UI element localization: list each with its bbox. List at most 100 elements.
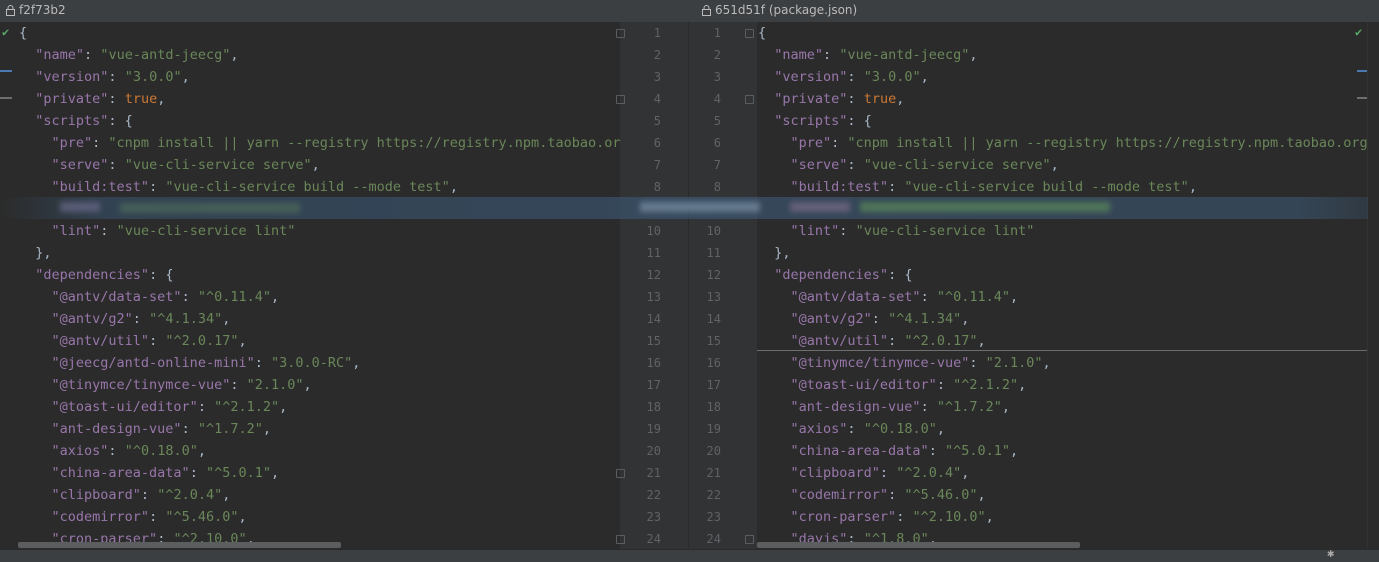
code-line[interactable]: "axios": "^0.18.0", bbox=[0, 440, 206, 462]
code-line[interactable]: "name": "vue-antd-jeecg", bbox=[0, 44, 238, 66]
code-line[interactable]: "dependencies": { bbox=[0, 264, 173, 286]
code-line[interactable]: "clipboard": "^2.0.4", bbox=[0, 484, 231, 506]
code-line[interactable]: "codemirror": "^5.46.0", bbox=[0, 506, 247, 528]
line-number: 23 bbox=[706, 510, 721, 524]
fold-marker-icon[interactable] bbox=[616, 535, 625, 544]
code-line[interactable]: "scripts": { bbox=[757, 110, 872, 132]
code-token: "vue-antd-jeecg" bbox=[839, 47, 970, 63]
code-token: "clipboard" bbox=[51, 487, 141, 503]
code-line[interactable]: "scripts": { bbox=[0, 110, 133, 132]
code-line[interactable]: "version": "3.0.0", bbox=[0, 66, 189, 88]
code-token: , bbox=[270, 289, 280, 305]
code-line[interactable]: }, bbox=[0, 242, 52, 264]
fold-marker-icon[interactable] bbox=[616, 469, 625, 478]
code-line[interactable]: "serve": "vue-cli-service serve", bbox=[757, 154, 1059, 176]
code-token: , bbox=[222, 487, 231, 503]
code-line[interactable]: "dependencies": { bbox=[757, 264, 912, 286]
code-line[interactable]: "private": true, bbox=[757, 88, 904, 110]
code-line[interactable]: "@jeecg/antd-online-mini": "3.0.0-RC", bbox=[0, 352, 361, 374]
code-token: , bbox=[896, 91, 905, 107]
code-line[interactable]: "pre": "cnpm install || yarn --registry … bbox=[757, 132, 1367, 154]
fold-marker-icon[interactable] bbox=[745, 95, 754, 104]
code-token: , bbox=[1042, 355, 1051, 371]
line-number: 10 bbox=[706, 224, 721, 238]
right-horizontal-scrollbar[interactable] bbox=[757, 542, 1080, 548]
fold-marker-icon[interactable] bbox=[616, 29, 625, 38]
code-token: , bbox=[303, 377, 312, 393]
code-line[interactable]: "@tinymce/tinymce-vue": "2.1.0", bbox=[0, 374, 312, 396]
fold-marker-icon[interactable] bbox=[745, 29, 754, 38]
check-icon: ✔ bbox=[1355, 25, 1363, 39]
code-line[interactable]: "@antv/g2": "^4.1.34", bbox=[0, 308, 231, 330]
line-number: 1 bbox=[713, 26, 721, 40]
code-token: "@antv/util" bbox=[790, 333, 889, 349]
code-line[interactable]: "serve": "vue-cli-service serve", bbox=[0, 154, 320, 176]
settings-icon[interactable]: ✱ bbox=[1327, 546, 1334, 560]
code-line[interactable]: "china-area-data": "^5.0.1", bbox=[757, 440, 1019, 462]
code-line[interactable]: "ant-design-vue": "^1.7.2", bbox=[0, 418, 271, 440]
code-line[interactable]: "@antv/data-set": "^0.11.4", bbox=[757, 286, 1019, 308]
code-line[interactable]: "codemirror": "^5.46.0", bbox=[757, 484, 986, 506]
line-number: 6 bbox=[713, 136, 721, 150]
code-token: "3.0.0" bbox=[863, 69, 921, 85]
fold-marker-icon[interactable] bbox=[616, 95, 625, 104]
code-line[interactable]: "ant-design-vue": "^1.7.2", bbox=[757, 396, 1010, 418]
code-token: : bbox=[823, 47, 840, 63]
left-editor-pane[interactable]: { "name": "vue-antd-jeecg", "version": "… bbox=[0, 22, 620, 549]
code-line[interactable]: "pre": "cnpm install || yarn --registry … bbox=[0, 132, 620, 154]
code-token: , bbox=[262, 421, 271, 437]
code-token: : bbox=[896, 509, 913, 525]
code-token: "dependencies" bbox=[774, 267, 889, 283]
code-token: "^5.0.1" bbox=[944, 443, 1010, 459]
code-token: , bbox=[977, 333, 986, 349]
code-line[interactable]: { bbox=[757, 22, 766, 44]
code-line[interactable]: "china-area-data": "^5.0.1", bbox=[0, 462, 280, 484]
code-line[interactable]: }, bbox=[757, 242, 790, 264]
code-line[interactable]: "build:test": "vue-cli-service build --m… bbox=[757, 176, 1197, 198]
code-line[interactable]: "@antv/util": "^2.0.17", bbox=[757, 330, 986, 352]
code-line[interactable]: "version": "3.0.0", bbox=[757, 66, 928, 88]
code-token: "vue-cli-service serve" bbox=[124, 157, 312, 173]
line-number: 16 bbox=[706, 356, 721, 370]
code-line[interactable]: "@toast-ui/editor": "^2.1.2", bbox=[757, 374, 1027, 396]
code-line[interactable]: "build:test": "vue-cli-service build --m… bbox=[0, 176, 458, 198]
fold-marker-icon[interactable] bbox=[745, 535, 754, 544]
code-line[interactable]: "@antv/util": "^2.0.17", bbox=[0, 330, 247, 352]
code-token: : bbox=[888, 333, 905, 349]
code-line[interactable]: "@antv/data-set": "^0.11.4", bbox=[0, 286, 280, 308]
code-line[interactable]: "name": "vue-antd-jeecg", bbox=[757, 44, 977, 66]
left-title: f2f73b2 bbox=[6, 3, 66, 19]
left-horizontal-scrollbar[interactable] bbox=[18, 542, 341, 548]
code-token: : bbox=[132, 311, 150, 327]
redacted-line bbox=[0, 197, 1368, 219]
line-number: 20 bbox=[706, 444, 721, 458]
code-token: "^2.0.4" bbox=[896, 465, 962, 481]
line-number: 2 bbox=[653, 48, 661, 62]
code-line[interactable]: "@antv/g2": "^4.1.34", bbox=[757, 308, 970, 330]
code-token: }, bbox=[19, 245, 52, 261]
code-line[interactable]: "private": true, bbox=[0, 88, 165, 110]
code-token: "2.1.0" bbox=[985, 355, 1043, 371]
right-editor-pane[interactable]: { "name": "vue-antd-jeecg", "version": "… bbox=[757, 22, 1367, 549]
code-token: "^0.18.0" bbox=[124, 443, 198, 459]
code-token: "scripts" bbox=[774, 113, 848, 129]
code-line[interactable]: "lint": "vue-cli-service lint" bbox=[757, 220, 1035, 242]
code-token: "cron-parser" bbox=[790, 509, 897, 525]
code-line[interactable]: "@tinymce/tinymce-vue": "2.1.0", bbox=[757, 352, 1051, 374]
code-line[interactable]: "axios": "^0.18.0", bbox=[757, 418, 945, 440]
code-token: : bbox=[936, 377, 954, 393]
code-token: , bbox=[1009, 443, 1019, 459]
code-token: : bbox=[928, 443, 945, 459]
code-token: , bbox=[1050, 157, 1059, 173]
code-line[interactable]: "lint": "vue-cli-service lint" bbox=[0, 220, 296, 242]
code-line[interactable]: "@toast-ui/editor": "^2.1.2", bbox=[0, 396, 288, 418]
code-token: : bbox=[254, 355, 271, 371]
code-line[interactable]: "clipboard": "^2.0.4", bbox=[757, 462, 970, 484]
code-line[interactable]: "cron-parser": "^2.10.0", bbox=[757, 506, 994, 528]
line-number: 14 bbox=[646, 312, 661, 326]
line-number: 13 bbox=[706, 290, 721, 304]
code-token: , bbox=[1001, 399, 1010, 415]
